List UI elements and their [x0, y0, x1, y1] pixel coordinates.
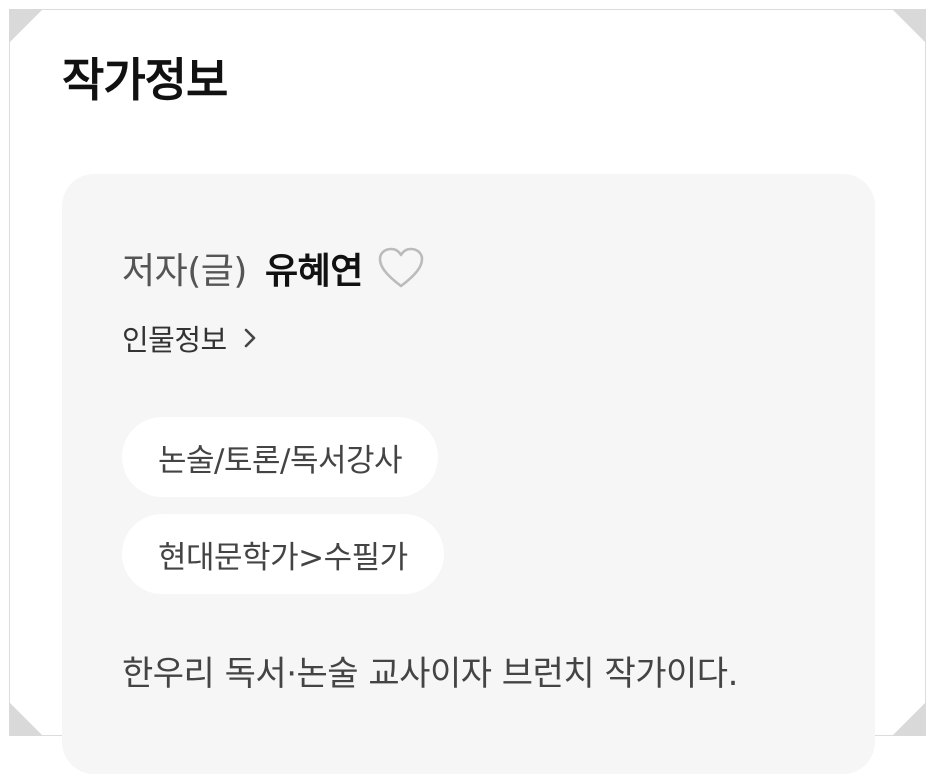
author-role: 저자(글) [122, 242, 247, 294]
profile-link-label: 인물정보 [122, 317, 227, 359]
corner-decoration [892, 702, 926, 736]
author-row: 저자(글) 유혜연 [122, 240, 425, 296]
tag-chip[interactable]: 현대문학가>수필가 [122, 514, 444, 594]
author-name[interactable]: 유혜연 [265, 242, 363, 294]
section-title: 작가정보 [62, 50, 227, 110]
profile-link[interactable]: 인물정보 [122, 316, 259, 360]
chevron-right-icon [241, 325, 259, 351]
tag-chip[interactable]: 논술/토론/독서강사 [122, 417, 438, 497]
heart-icon[interactable] [377, 246, 425, 290]
author-description: 한우리 독서·논술 교사이자 브런치 작가이다. [122, 648, 738, 700]
corner-decoration [9, 9, 43, 43]
corner-decoration [9, 702, 43, 736]
corner-decoration [892, 9, 926, 43]
